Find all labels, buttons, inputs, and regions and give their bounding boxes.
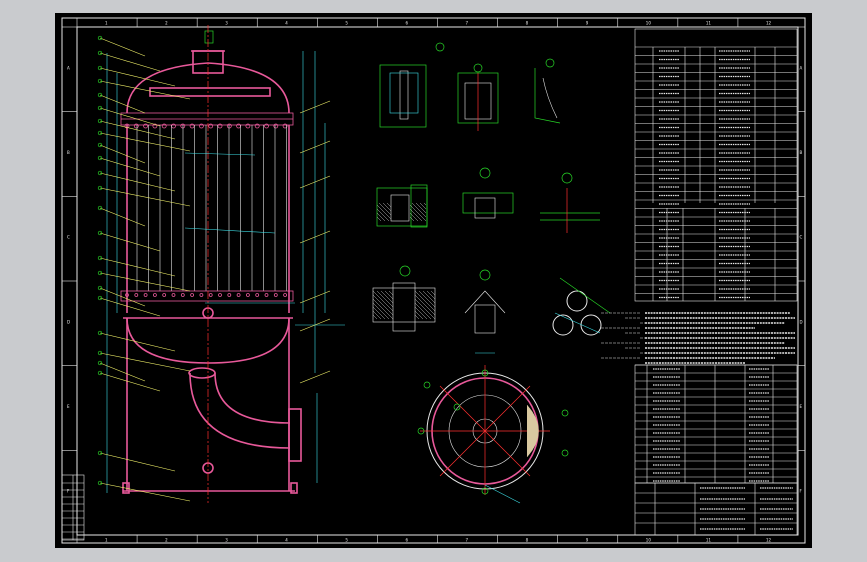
border-number-top: 7 [466,21,469,26]
border-number-bottom: 6 [405,538,408,543]
title-block-tables [634,28,798,536]
border-number-bottom: 5 [345,538,348,543]
heat-exchanger-tubes [136,125,287,291]
detail-views [372,42,611,336]
border-letter-right: D [800,319,803,324]
border-number-bottom: 9 [586,538,589,543]
border-number-top: 12 [766,21,772,26]
inner-frame [76,26,799,536]
border-number-bottom: 10 [646,538,652,543]
cad-drawing: 112233445566778899101011111212A AB BC CD DE E… [61,17,806,544]
border-number-bottom: 2 [165,538,168,543]
border-letter-right: E [800,404,803,409]
border-letter-left: E [67,404,70,409]
border-letter-right: B [800,150,803,155]
border-letter-left: F [67,489,70,494]
leader-lines [97,35,331,502]
plan-view [417,352,569,504]
border-number-bottom: 11 [706,538,712,543]
border-number-top: 5 [345,21,348,26]
border-number-top: 9 [586,21,589,26]
border-number-bottom: 12 [766,538,772,543]
border-letter-right: C [800,235,803,240]
border-letter-left: D [67,319,70,324]
border-number-top: 1 [105,21,108,26]
border-number-top: 11 [706,21,712,26]
border-letter-right: F [800,489,803,494]
border-letter-right: A [800,65,803,70]
border-letter-left: A [67,65,70,70]
border-number-bottom: 8 [526,538,529,543]
border-letter-left: B [67,150,70,155]
border-number-bottom: 1 [105,538,108,543]
border-number-top: 2 [165,21,168,26]
border-letter-left: C [67,235,70,240]
border-number-top: 4 [285,21,288,26]
border-number-top: 10 [646,21,652,26]
border-number-bottom: 3 [225,538,228,543]
drawing-sheet: 1 1 2 2 3 3 4 4 5 5 6 6 7 7 8 8 9 9 10 10 11 11 12 12 A A B B C C D D E E… [55,13,812,548]
border-number-bottom: 4 [285,538,288,543]
border-number-top: 8 [526,21,529,26]
border-number-bottom: 7 [466,538,469,543]
border-number-top: 3 [225,21,228,26]
technical-notes [600,312,795,364]
vessel-elevation [106,25,345,503]
border-number-top: 6 [405,21,408,26]
revision-box [61,474,85,541]
